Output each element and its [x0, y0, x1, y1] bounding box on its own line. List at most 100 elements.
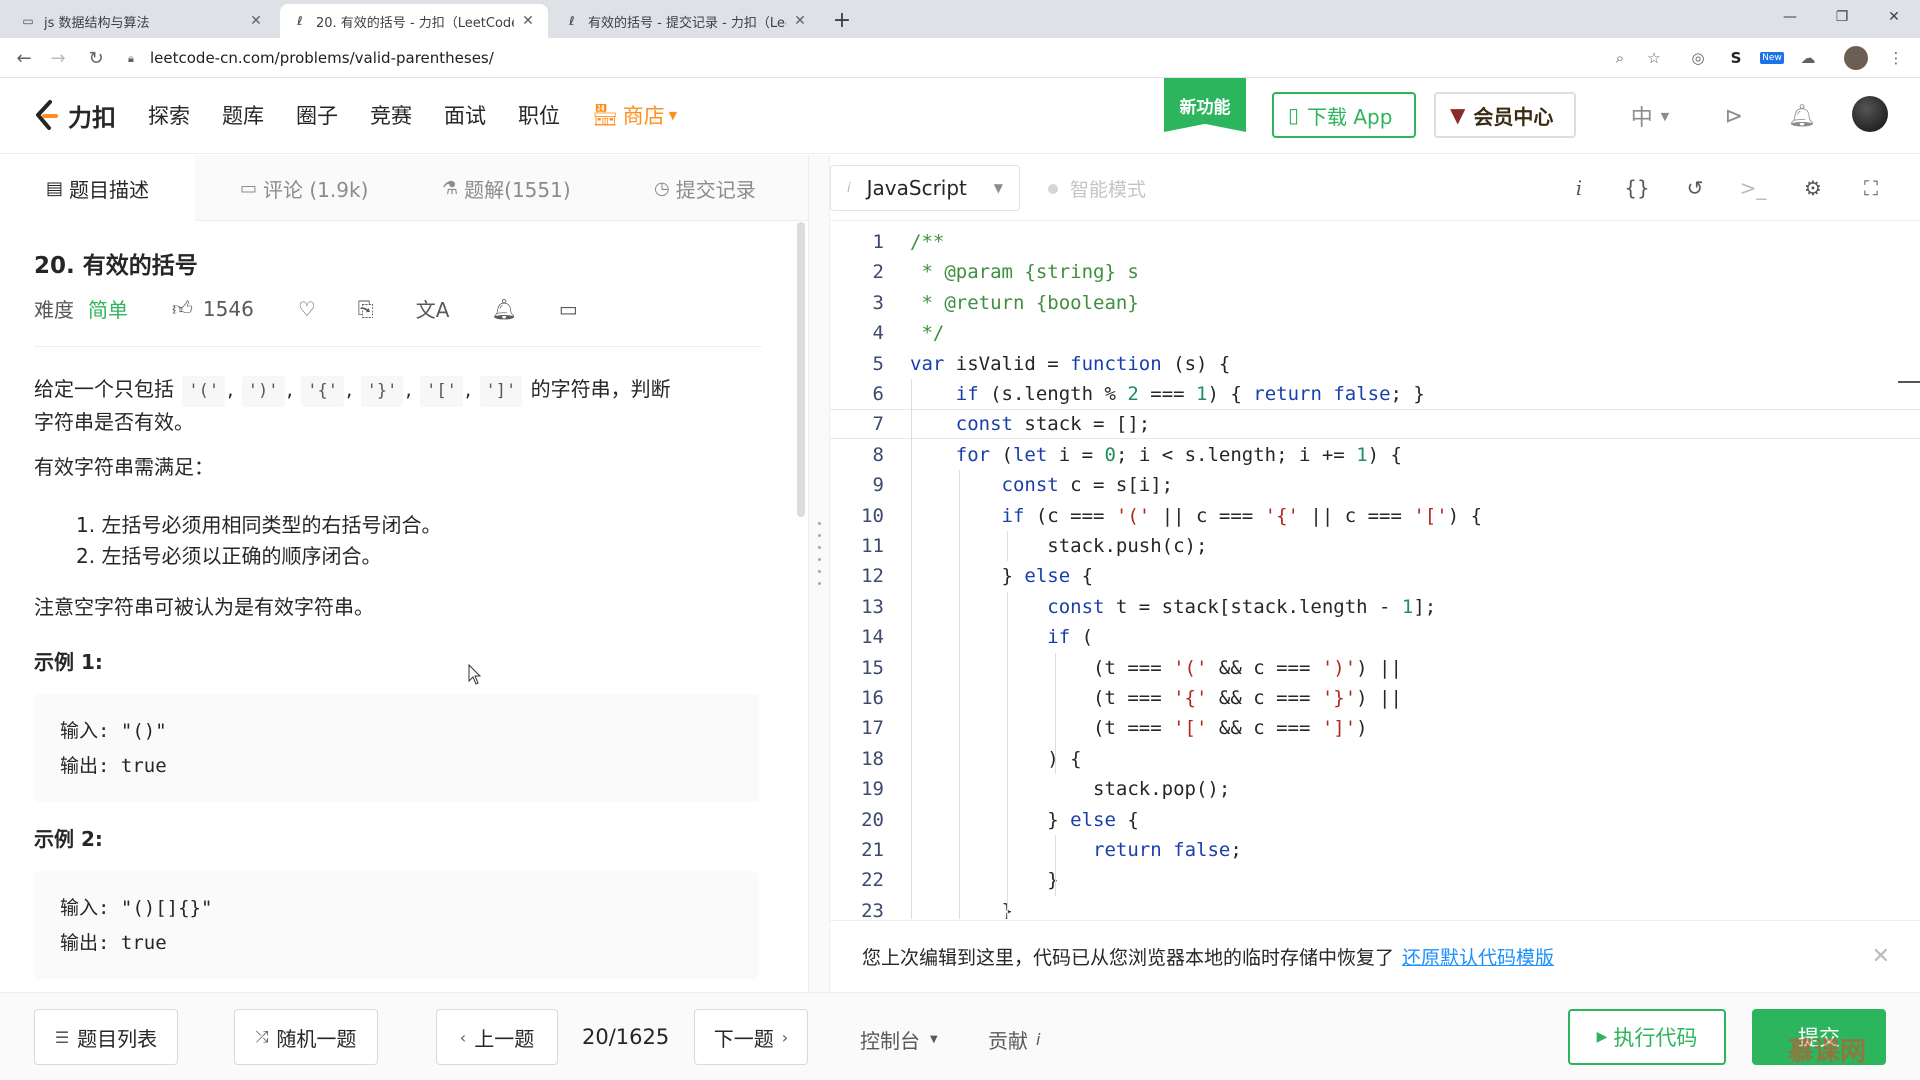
tab-description[interactable]: ▤ 题目描述: [0, 155, 196, 221]
browser-tab-1[interactable]: ▭ js 数据结构与算法 ✕: [8, 4, 276, 38]
language-select[interactable]: i JavaScript ▼: [830, 165, 1020, 211]
code-line[interactable]: 8 for (let i = 0; i < s.length; i += 1) …: [830, 440, 1920, 470]
code-editor[interactable]: 1/** 2 * @param {string} s3 * @return {bo…: [830, 221, 1920, 919]
code-line[interactable]: 1 /**: [830, 227, 1920, 257]
nav-problems[interactable]: 题库: [222, 100, 264, 130]
line-number: 15: [861, 656, 884, 679]
info-icon[interactable]: i: [1564, 173, 1594, 203]
favorite-heart-icon[interactable]: ♡: [298, 297, 316, 321]
code-line[interactable]: 2 * @param {string} s: [830, 257, 1920, 287]
forward-icon[interactable]: →: [44, 44, 72, 72]
restore-icon[interactable]: ❐: [1822, 4, 1862, 30]
lock-icon: 🔒︎: [128, 52, 134, 65]
browser-tab-3[interactable]: ℓ 有效的括号 - 提交记录 - 力扣（LeetCode） ✕: [552, 4, 820, 38]
window-close-icon[interactable]: ✕: [1874, 4, 1914, 30]
code-line[interactable]: 18 ) {: [830, 744, 1920, 774]
user-avatar[interactable]: [1852, 96, 1888, 132]
terminal-icon[interactable]: >_: [1738, 173, 1768, 203]
code-line[interactable]: 23 }: [830, 896, 1920, 919]
format-braces-icon[interactable]: {}: [1622, 173, 1652, 203]
tab-submissions[interactable]: ◷ 提交记录: [654, 155, 756, 221]
code-line[interactable]: 17 (t === '[' && c === ']'): [830, 713, 1920, 743]
description-scrollbar[interactable]: [797, 222, 805, 517]
restore-default-template-link[interactable]: 还原默认代码模版: [1402, 943, 1554, 970]
extension-icon[interactable]: ◎: [1686, 46, 1710, 70]
nav-interview[interactable]: 面试: [444, 100, 486, 130]
example-2-input: 输入: "()[]{}": [60, 897, 213, 919]
code-line[interactable]: 5 var isValid = function (s) {: [830, 349, 1920, 379]
code-line[interactable]: 14 if (: [830, 622, 1920, 652]
settings-gear-icon[interactable]: ⚙: [1798, 173, 1828, 203]
language-switch[interactable]: 中 ▼: [1618, 100, 1682, 132]
run-code-button[interactable]: ▶ 执行代码: [1568, 1009, 1726, 1065]
code-line[interactable]: 10 if (c === '(' || c === '{' || c === '…: [830, 501, 1920, 531]
console-toggle[interactable]: 控制台 ▼: [860, 1025, 938, 1054]
panel-splitter[interactable]: [808, 155, 830, 992]
profile-avatar[interactable]: [1844, 46, 1868, 70]
new-feature-ribbon[interactable]: 新功能: [1164, 78, 1246, 132]
tab-description-label: 题目描述: [69, 177, 150, 202]
minimize-icon[interactable]: —: [1770, 4, 1810, 30]
new-tab-button[interactable]: +: [828, 6, 856, 34]
code-line[interactable]: 7 const stack = [];: [830, 409, 1920, 440]
code-line[interactable]: 3 * @return {boolean}: [830, 288, 1920, 318]
prev-problem-button[interactable]: ‹ 上一题: [436, 1009, 558, 1065]
cloud-icon[interactable]: ☁: [1796, 46, 1820, 70]
next-problem-button[interactable]: 下一题 ›: [694, 1009, 808, 1065]
tab-solutions[interactable]: ⚗ 题解(1551): [442, 155, 571, 221]
code-line[interactable]: 21 return false;: [830, 835, 1920, 865]
problem-list-button[interactable]: ☰ 题目列表: [34, 1009, 178, 1065]
bookmark-star-icon[interactable]: ☆: [1642, 46, 1666, 70]
close-icon[interactable]: ✕: [248, 13, 264, 29]
translate-icon[interactable]: 文A: [416, 294, 450, 323]
language-label: 中: [1630, 106, 1653, 131]
more-menu-icon[interactable]: ⋮: [1884, 46, 1908, 70]
browser-tab-2[interactable]: ℓ 20. 有效的括号 - 力扣（LeetCode） ✕: [280, 4, 548, 38]
fullscreen-icon[interactable]: ⛶: [1856, 173, 1886, 203]
extension-s-icon[interactable]: S: [1724, 46, 1748, 70]
code-line[interactable]: 15 (t === '(' && c === ')') ||: [830, 653, 1920, 683]
clock-icon: ◷: [654, 177, 670, 199]
code-line[interactable]: 13 const t = stack[stack.length - 1];: [830, 592, 1920, 622]
contribute-link[interactable]: 贡献 i: [988, 1025, 1040, 1054]
download-app-button[interactable]: ▯ 下载 App: [1272, 92, 1416, 138]
like-button[interactable]: 👍︎ 1546: [172, 296, 254, 321]
nav-circle[interactable]: 圈子: [296, 100, 338, 130]
code-line[interactable]: 12 } else {: [830, 561, 1920, 591]
url-field[interactable]: 🔒︎ leetcode-cn.com/problems/valid-parent…: [128, 46, 494, 70]
code-line[interactable]: 4 */: [830, 318, 1920, 348]
share-icon[interactable]: ⎘: [358, 297, 374, 321]
close-icon[interactable]: ✕: [1872, 944, 1890, 969]
indent-guide: [1055, 652, 1056, 775]
reset-icon[interactable]: ↺: [1680, 173, 1710, 203]
extension-new-icon[interactable]: New: [1758, 46, 1786, 70]
code-line[interactable]: 19 stack.pop();: [830, 774, 1920, 804]
code-line[interactable]: 6 if (s.length % 2 === 1) { return false…: [830, 379, 1920, 409]
code-line[interactable]: 16 (t === '{' && c === '}') ||: [830, 683, 1920, 713]
close-icon[interactable]: ✕: [792, 13, 808, 29]
code-line[interactable]: 22 }: [830, 865, 1920, 895]
editor-toolbar: i JavaScript ▼ 智能模式 i {} ↺ >_ ⚙ ⛶: [830, 155, 1920, 221]
leetcode-logo[interactable]: 力扣: [32, 98, 116, 133]
nav-contest[interactable]: 竞赛: [370, 100, 412, 130]
tab-comments[interactable]: ▭ 评论 (1.9k): [240, 155, 368, 221]
subscribe-bell-icon[interactable]: 🔔︎: [491, 297, 516, 321]
back-icon[interactable]: ←: [10, 44, 38, 72]
contribute-label: 贡献: [988, 1029, 1028, 1053]
code-line[interactable]: 20 } else {: [830, 805, 1920, 835]
reload-icon[interactable]: ↻: [82, 44, 110, 72]
smart-mode-toggle[interactable]: 智能模式: [1048, 175, 1146, 202]
feedback-icon[interactable]: ▭: [559, 297, 578, 321]
close-icon[interactable]: ✕: [520, 13, 536, 29]
playground-icon[interactable]: ⊳: [1718, 100, 1750, 132]
code-line[interactable]: 11 stack.push(c);: [830, 531, 1920, 561]
nav-jobs[interactable]: 职位: [518, 100, 560, 130]
nav-explore[interactable]: 探索: [148, 100, 190, 130]
code-line[interactable]: 9 const c = s[i];: [830, 470, 1920, 500]
line-number: 7: [872, 413, 884, 436]
notification-bell-icon[interactable]: 🔔︎: [1786, 100, 1818, 132]
zoom-icon[interactable]: ⌕: [1608, 46, 1632, 70]
random-problem-button[interactable]: ⤮ 随机一题: [234, 1009, 378, 1065]
nav-shop[interactable]: 🏪︎ 商店 ▼: [592, 100, 677, 130]
vip-center-button[interactable]: ▼ 会员中心: [1434, 92, 1576, 138]
